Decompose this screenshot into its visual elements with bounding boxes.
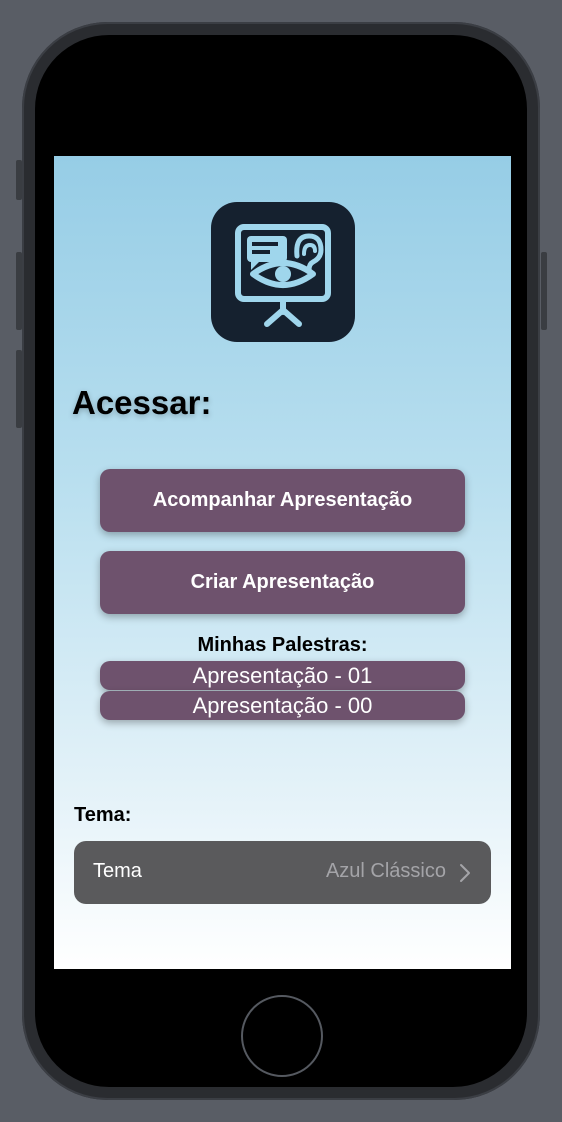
theme-section-label: Tema: <box>74 804 132 826</box>
create-presentation-button[interactable]: Criar Apresentação <box>100 551 465 614</box>
mute-switch <box>16 160 22 200</box>
volume-up-button <box>16 252 22 330</box>
follow-presentation-button[interactable]: Acompanhar Apresentação <box>100 469 465 532</box>
talk-list-item[interactable]: Apresentação - 00 <box>100 691 465 720</box>
theme-picker-row[interactable]: Tema Azul Clássico <box>74 841 491 904</box>
home-button[interactable] <box>241 995 323 1077</box>
theme-current-value: Azul Clássico <box>325 860 446 882</box>
presentation-icon <box>235 224 331 327</box>
app-screen: Acessar: Acompanhar Apresentação Criar A… <box>54 156 511 969</box>
volume-down-button <box>16 350 22 428</box>
theme-row-label: Tema <box>93 860 142 882</box>
page-title: Acessar: <box>72 384 212 421</box>
chevron-right-icon <box>460 864 470 882</box>
power-button <box>541 252 547 330</box>
my-talks-heading: Minhas Palestras: <box>197 634 368 656</box>
talk-list-item[interactable]: Apresentação - 01 <box>100 661 465 690</box>
app-logo-icon <box>211 202 355 342</box>
